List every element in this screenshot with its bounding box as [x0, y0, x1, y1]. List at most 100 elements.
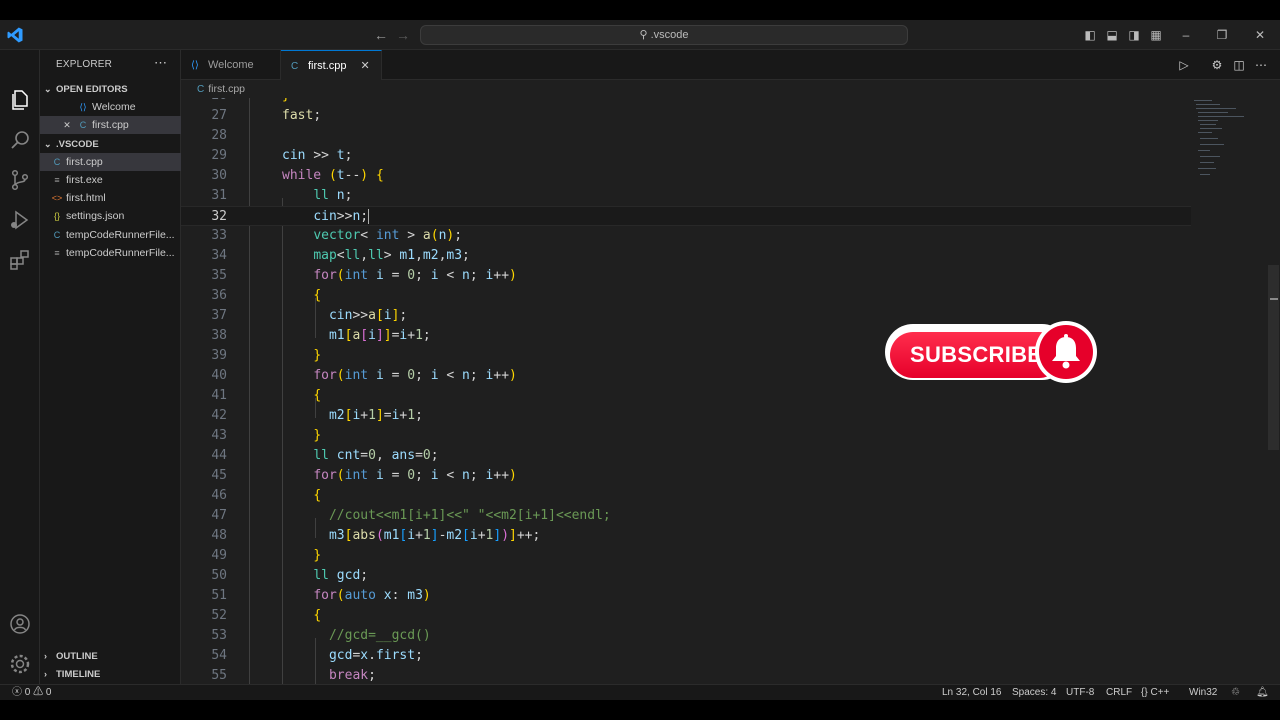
file-item[interactable]: CtempCodeRunnerFile...: [40, 226, 181, 244]
run-code-icon[interactable]: ▷: [1176, 57, 1192, 73]
minimap[interactable]: [1190, 98, 1270, 188]
code-line[interactable]: 46 {: [181, 486, 1191, 506]
code-line[interactable]: 52 {: [181, 606, 1191, 626]
code-line[interactable]: 41 {: [181, 386, 1191, 406]
cpp-file-icon: C: [53, 157, 61, 167]
vscode-folder-section[interactable]: ⌄ .VSCODE: [40, 135, 181, 153]
code-line[interactable]: 44 ll cnt=0, ans=0;: [181, 446, 1191, 466]
code-text: {: [313, 288, 322, 303]
code-line[interactable]: 32 cin>>n;: [181, 206, 1191, 226]
file-item[interactable]: {} settings.json: [40, 207, 181, 225]
open-editor-first-cpp[interactable]: ✕ Cfirst.cpp: [40, 116, 181, 134]
more-actions-icon[interactable]: ⋯: [154, 55, 167, 71]
file-item[interactable]: ≡ first.exe: [40, 171, 181, 189]
code-line[interactable]: 55 break;: [181, 666, 1191, 684]
code-line[interactable]: 53 //gcd=__gcd(): [181, 626, 1191, 646]
code-line[interactable]: 43 }: [181, 426, 1191, 446]
breadcrumb[interactable]: Cfirst.cpp: [181, 80, 1280, 98]
encoding[interactable]: UTF-8: [1066, 685, 1094, 700]
line-number: 31: [211, 188, 227, 203]
code-editor[interactable]: 26} 27 fast; 28 29 cin >> t; 30 while (t--) {31…: [181, 98, 1280, 684]
split-editor-icon[interactable]: ◫: [1231, 57, 1247, 73]
bell-badge: [1035, 321, 1097, 383]
minimize-icon[interactable]: –: [1177, 26, 1195, 44]
file-label: first.html: [66, 192, 106, 204]
toggle-secondary-sidebar-icon[interactable]: ◨: [1125, 26, 1143, 44]
extensions-icon[interactable]: [8, 248, 32, 272]
notifications-bell-icon[interactable]: 🔔︎: [1256, 685, 1269, 700]
command-center-search[interactable]: ⚲ .vscode: [420, 25, 908, 45]
close-window-icon[interactable]: ✕: [1251, 26, 1269, 44]
indentation[interactable]: Spaces: 4: [1012, 685, 1056, 700]
code-text: cin>>a[i];: [328, 308, 408, 323]
code-line[interactable]: 29 cin >> t;: [181, 146, 1191, 166]
open-editor-welcome[interactable]: ⟨⟩ Welcome: [40, 98, 181, 116]
code-line[interactable]: 35 for(int i = 0; i < n; i++): [181, 266, 1191, 286]
file-item[interactable]: <> first.html: [40, 189, 181, 207]
open-editors-section[interactable]: ⌄ OPEN EDITORS: [40, 80, 181, 98]
bell-badge-inner: [1039, 325, 1093, 379]
account-icon[interactable]: [8, 612, 32, 636]
gear-icon[interactable]: ⚙: [1209, 57, 1225, 73]
end-of-line[interactable]: CRLF: [1106, 685, 1132, 700]
code-line[interactable]: 33 vector< int > a(n);: [181, 226, 1191, 246]
json-file-icon: {}: [53, 211, 60, 221]
code-line[interactable]: 50 ll gcd;: [181, 566, 1191, 586]
warning-icon: ⚠: [33, 687, 44, 698]
line-number: 55: [211, 668, 227, 683]
file-item[interactable]: Cfirst.cpp: [40, 153, 181, 171]
restore-icon[interactable]: ❐: [1213, 26, 1231, 44]
file-item[interactable]: ≡ tempCodeRunnerFile...: [40, 244, 181, 262]
toggle-panel-icon[interactable]: ⬓: [1103, 26, 1121, 44]
code-line[interactable]: 54 gcd=x.first;: [181, 646, 1191, 666]
code-text: ll gcd;: [313, 568, 369, 583]
code-line[interactable]: 34 map<ll,ll> m1,m2,m3;: [181, 246, 1191, 266]
more-actions-icon[interactable]: ⋯: [1253, 57, 1269, 73]
language-mode[interactable]: {} C++: [1141, 685, 1169, 700]
code-line[interactable]: 51 for(auto x: m3): [181, 586, 1191, 606]
code-text: }: [313, 348, 322, 363]
arrow-right-icon[interactable]: →: [393, 25, 413, 45]
code-line[interactable]: 28: [181, 126, 1191, 146]
close-icon[interactable]: ✕: [60, 116, 74, 134]
line-number: 27: [211, 108, 227, 123]
tab-welcome[interactable]: ⟨⟩ Welcome: [181, 50, 281, 80]
line-number: 53: [211, 628, 227, 643]
run-debug-icon[interactable]: [8, 208, 32, 232]
cursor-position[interactable]: Ln 32, Col 16: [942, 685, 1002, 700]
arrow-left-icon[interactable]: ←: [371, 25, 391, 45]
timeline-section[interactable]: › TIMELINE: [40, 665, 181, 683]
code-line[interactable]: 48 m3[abs(m1[i+1]-m2[i+1])]++;: [181, 526, 1191, 546]
code-line[interactable]: 49 }: [181, 546, 1191, 566]
file-icon: ≡: [54, 175, 60, 185]
code-line[interactable]: 47 //cout<<m1[i+1]<<" "<<m2[i+1]<<endl;: [181, 506, 1191, 526]
explorer-icon[interactable]: [8, 88, 32, 112]
close-icon[interactable]: ✕: [361, 51, 370, 81]
code-line[interactable]: 31 ll n;: [181, 186, 1191, 206]
code-line[interactable]: 30 while (t--) {: [181, 166, 1191, 186]
code-line[interactable]: 36 {: [181, 286, 1191, 306]
code-text: map<ll,ll> m1,m2,m3;: [313, 248, 470, 263]
toggle-primary-sidebar-icon[interactable]: ◧: [1081, 26, 1099, 44]
customize-layout-icon[interactable]: ▦: [1147, 26, 1165, 44]
line-number: 43: [211, 428, 227, 443]
problems-indicator[interactable]: ⓧ 0 ⚠ 0: [12, 685, 51, 700]
platform[interactable]: Win32: [1189, 685, 1217, 700]
language-label: C++: [1150, 687, 1170, 698]
code-text: {: [313, 488, 322, 503]
code-line[interactable]: 27 fast;: [181, 106, 1191, 126]
code-line[interactable]: 45 for(int i = 0; i < n; i++): [181, 466, 1191, 486]
source-control-icon[interactable]: [8, 168, 32, 192]
line-number: 48: [211, 528, 227, 543]
manage-gear-icon[interactable]: [8, 652, 32, 676]
html-file-icon: <>: [51, 193, 63, 203]
vertical-scrollbar[interactable]: [1268, 265, 1279, 450]
outline-section[interactable]: › OUTLINE: [40, 647, 181, 665]
copilot-icon[interactable]: ♲: [1231, 685, 1240, 700]
code-line[interactable]: 26}: [181, 98, 1191, 106]
tab-first-cpp[interactable]: Cfirst.cpp ✕: [281, 50, 382, 80]
search-icon[interactable]: [8, 128, 32, 152]
code-text: m1[a[i]]=i+1;: [328, 328, 431, 343]
code-line[interactable]: 42 m2[i+1]=i+1;: [181, 406, 1191, 426]
file-label: tempCodeRunnerFile...: [66, 229, 175, 241]
